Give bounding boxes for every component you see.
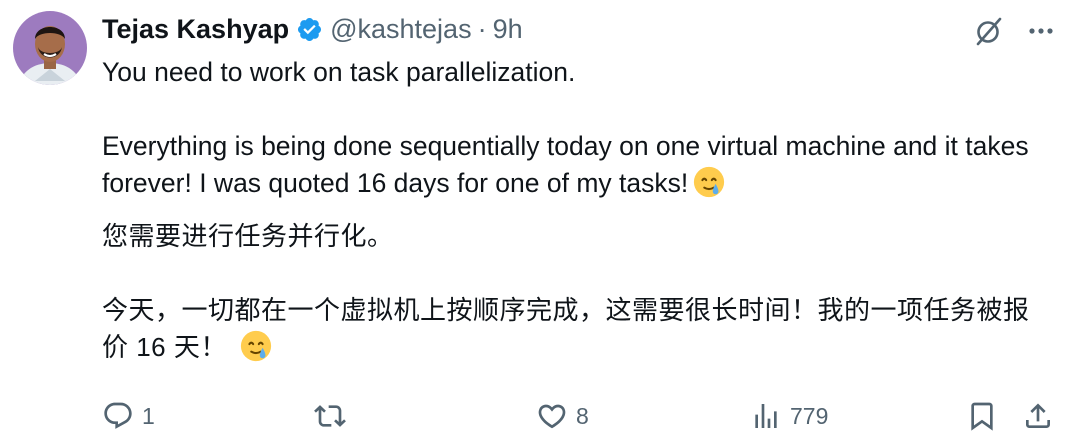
grok-icon[interactable] [972, 14, 1006, 48]
tweet-top-actions [972, 14, 1058, 48]
tweet-text-line: 今天，一切都在一个虚拟机上按顺序完成，这需要很长时间！我的一项任务被报价 16 … [102, 292, 1052, 366]
tweet-header: Tejas Kashyap @kashtejas · 9h [102, 11, 523, 47]
author-name[interactable]: Tejas Kashyap [102, 11, 289, 47]
tweet-timestamp[interactable]: 9h [493, 11, 523, 47]
tweet-text-line: You need to work on task parallelization… [102, 57, 576, 87]
tweet-body: You need to work on task parallelization… [102, 54, 1052, 366]
repost-button[interactable] [314, 398, 354, 434]
views-button[interactable]: 779 [750, 398, 828, 434]
avatar-photo-icon [13, 11, 87, 85]
tweet-text-line: Everything is being done sequentially to… [102, 128, 1052, 202]
share-button[interactable] [1022, 398, 1054, 434]
heart-icon [538, 404, 566, 429]
avatar[interactable] [13, 11, 87, 85]
tweet-text-segment: Everything is being done sequentially to… [102, 131, 1029, 198]
views-chart-icon [755, 404, 777, 428]
reply-icon [104, 402, 132, 429]
bookmark-icon [971, 402, 993, 431]
share-icon [1026, 403, 1050, 428]
tweet-text-line: 您需要进行任务并行化。 [102, 221, 394, 251]
tweet-meta: @kashtejas · 9h [330, 11, 523, 47]
sad-smile-emoji-icon [240, 330, 271, 362]
more-options-icon[interactable] [1024, 14, 1058, 48]
repost-icon [314, 405, 346, 427]
reply-button[interactable]: 1 [102, 398, 155, 434]
tweet-action-bar: 1 8 779 [102, 398, 1062, 434]
meta-separator: · [477, 14, 487, 44]
like-count: 8 [576, 402, 589, 429]
verified-badge-icon [298, 17, 322, 41]
bookmark-button[interactable] [966, 398, 998, 434]
reply-count: 1 [142, 402, 155, 429]
sad-smile-emoji-icon [694, 166, 725, 198]
like-button[interactable]: 8 [536, 398, 589, 434]
author-handle[interactable]: @kashtejas [330, 11, 471, 47]
view-count: 779 [790, 402, 829, 429]
